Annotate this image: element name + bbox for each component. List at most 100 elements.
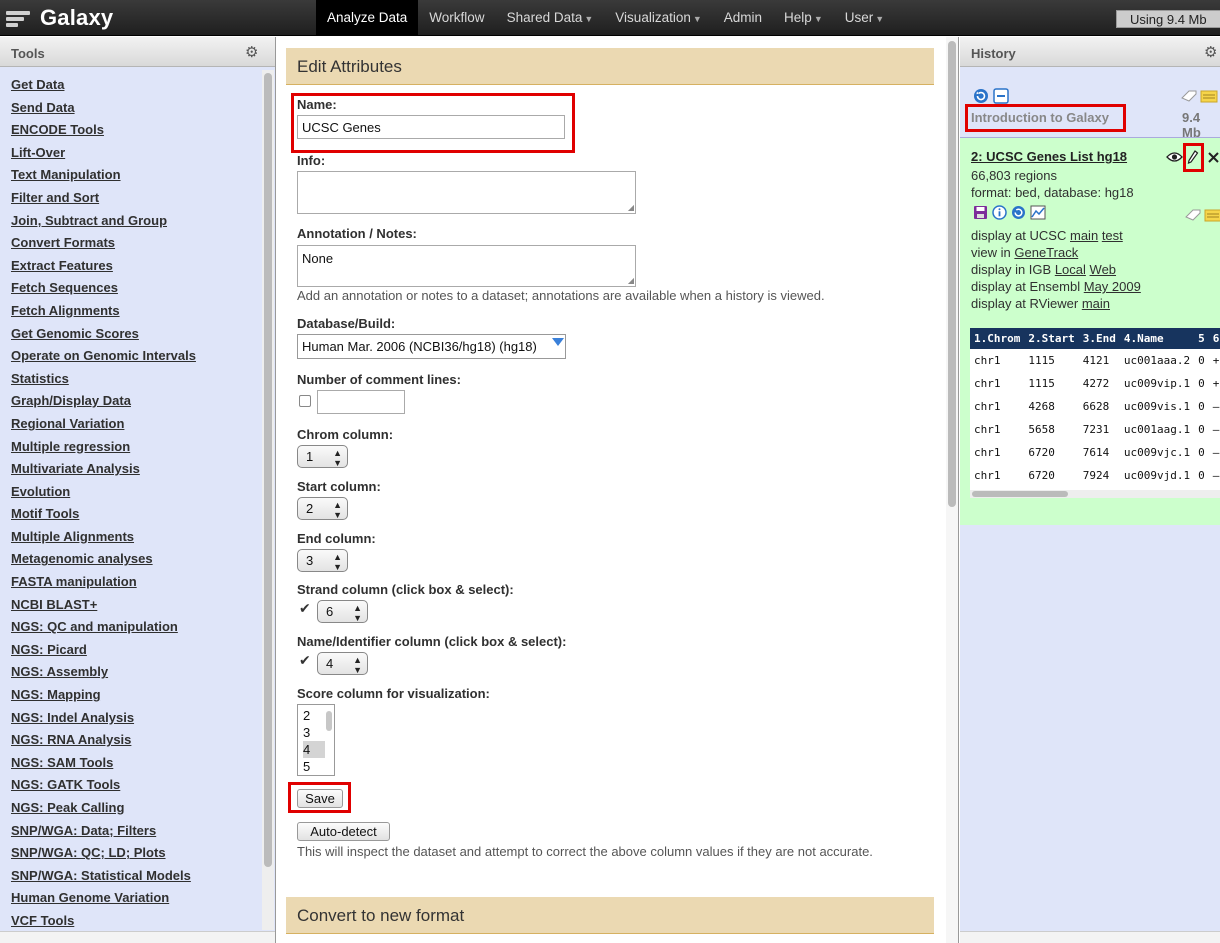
tools-scrollbar[interactable] [262, 70, 274, 930]
name-column-select[interactable]: 4 ▲ ▼ [317, 652, 368, 675]
tools-horizontal-scrollbar[interactable] [0, 931, 275, 943]
tool-section-link[interactable]: Multiple Alignments [11, 529, 261, 552]
chrom-column-select[interactable]: 1 ▲ ▼ [297, 445, 348, 468]
resize-grip-icon[interactable]: ◢ [628, 204, 634, 212]
auto-detect-button[interactable]: Auto-detect [297, 822, 390, 841]
ensembl-link[interactable]: May 2009 [1084, 279, 1141, 294]
save-disk-icon[interactable] [973, 205, 988, 220]
score-option-selected[interactable]: 4 [303, 741, 325, 758]
tool-section-link[interactable]: Motif Tools [11, 506, 261, 529]
delete-icon[interactable] [1207, 151, 1220, 164]
refresh-icon[interactable] [973, 88, 989, 104]
tool-section-link[interactable]: NGS: Picard [11, 642, 261, 665]
tool-section-link[interactable]: Extract Features [11, 258, 261, 281]
genetrack-link[interactable]: GeneTrack [1014, 245, 1078, 260]
tool-section-link[interactable]: Metagenomic analyses [11, 551, 261, 574]
end-column-select[interactable]: 3 ▲ ▼ [297, 549, 348, 572]
tool-section-link[interactable]: Evolution [11, 484, 261, 507]
tool-section-link[interactable]: Operate on Genomic Intervals [11, 348, 261, 371]
score-option[interactable]: 2 [303, 707, 325, 724]
igb-web-link[interactable]: Web [1090, 262, 1117, 277]
peek-horizontal-scrollbar[interactable] [970, 490, 1220, 498]
tool-section-link[interactable]: Text Manipulation [11, 167, 261, 190]
tool-section-link[interactable]: Filter and Sort [11, 190, 261, 213]
resize-grip-icon[interactable]: ◢ [628, 277, 634, 285]
gear-icon[interactable]: ⚙ [1204, 43, 1217, 61]
tab-admin[interactable]: Admin [713, 0, 773, 36]
strand-checkbox[interactable]: ✔ [299, 601, 311, 615]
name-input[interactable] [297, 115, 565, 139]
pencil-icon[interactable] [1187, 149, 1199, 165]
comment-lines-input[interactable] [317, 390, 405, 414]
annotation-textarea[interactable]: None ◢ [297, 245, 636, 287]
gear-icon[interactable]: ⚙ [245, 43, 258, 61]
tag-icon[interactable] [1184, 208, 1202, 222]
tool-section-link[interactable]: Fetch Alignments [11, 303, 261, 326]
tool-section-link[interactable]: NGS: QC and manipulation [11, 619, 261, 642]
save-button[interactable]: Save [297, 789, 343, 808]
tab-help[interactable]: Help ▼ [773, 0, 834, 36]
tool-section-link[interactable]: Get Data [11, 77, 261, 100]
annotation-note-icon[interactable] [1204, 208, 1220, 222]
tab-user[interactable]: User ▼ [834, 0, 895, 36]
tool-section-link[interactable]: Send Data [11, 100, 261, 123]
tool-section-link[interactable]: Multiple regression [11, 439, 261, 462]
tool-section-link[interactable]: Fetch Sequences [11, 280, 261, 303]
stepper-arrows-icon: ▲ ▼ [333, 552, 342, 572]
masthead-nav: Analyze Data Workflow Shared Data ▼ Visua… [316, 0, 895, 36]
tool-section-link[interactable]: NGS: RNA Analysis [11, 732, 261, 755]
tab-analyze-data[interactable]: Analyze Data [316, 0, 419, 36]
strand-column-select[interactable]: 6 ▲ ▼ [317, 600, 368, 623]
tab-shared-data[interactable]: Shared Data ▼ [496, 0, 605, 36]
history-horizontal-scrollbar[interactable] [960, 931, 1220, 943]
tool-section-link[interactable]: Statistics [11, 371, 261, 394]
annotation-note-icon[interactable] [1200, 89, 1218, 103]
comment-lines-checkbox[interactable] [299, 395, 311, 407]
tag-icon[interactable] [1180, 89, 1198, 103]
tool-section-link[interactable]: NGS: GATK Tools [11, 777, 261, 800]
start-column-select[interactable]: 2 ▲ ▼ [297, 497, 348, 520]
tab-visualization[interactable]: Visualization ▼ [604, 0, 712, 36]
collapse-icon[interactable] [993, 88, 1009, 104]
history-name[interactable]: Introduction to Galaxy [971, 110, 1109, 125]
visualize-chart-icon[interactable] [1030, 205, 1046, 220]
tool-section-link[interactable]: Get Genomic Scores [11, 326, 261, 349]
info-icon[interactable] [992, 205, 1007, 220]
eye-icon[interactable] [1166, 151, 1183, 163]
tool-section-link[interactable]: Multivariate Analysis [11, 461, 261, 484]
tool-section-link[interactable]: NGS: SAM Tools [11, 755, 261, 778]
dataset-title[interactable]: 2: UCSC Genes List hg18 [971, 149, 1127, 164]
tool-section-link[interactable]: Convert Formats [11, 235, 261, 258]
tool-section-link[interactable]: NGS: Indel Analysis [11, 710, 261, 733]
tool-section-link[interactable]: Join, Subtract and Group [11, 213, 261, 236]
score-option[interactable]: 5 [303, 758, 325, 775]
tool-section-link[interactable]: FASTA manipulation [11, 574, 261, 597]
tool-section-link[interactable]: NGS: Mapping [11, 687, 261, 710]
tool-section-link[interactable]: NCBI BLAST+ [11, 597, 261, 620]
center-scrollbar[interactable] [946, 37, 958, 943]
rerun-icon[interactable] [1011, 205, 1026, 220]
rviewer-main-link[interactable]: main [1082, 296, 1110, 311]
igb-local-link[interactable]: Local [1055, 262, 1086, 277]
tool-section-link[interactable]: Lift-Over [11, 145, 261, 168]
tab-workflow[interactable]: Workflow [418, 0, 495, 36]
tool-section-link[interactable]: Graph/Display Data [11, 393, 261, 416]
score-option[interactable]: 3 [303, 724, 325, 741]
tool-section-link[interactable]: NGS: Assembly [11, 664, 261, 687]
tool-section-link[interactable]: NGS: Peak Calling [11, 800, 261, 823]
quota-meter[interactable]: Using 9.4 Mb [1116, 10, 1220, 28]
ucsc-main-link[interactable]: main [1070, 228, 1098, 243]
info-textarea[interactable]: ◢ [297, 171, 636, 214]
tool-section-link[interactable]: SNP/WGA: Statistical Models [11, 868, 261, 891]
tool-section-link[interactable]: Regional Variation [11, 416, 261, 439]
tool-section-link[interactable]: SNP/WGA: Data; Filters [11, 823, 261, 846]
tool-section-link[interactable]: ENCODE Tools [11, 122, 261, 145]
name-column-checkbox[interactable]: ✔ [299, 653, 311, 667]
listbox-scrollbar[interactable] [326, 711, 332, 731]
galaxy-brand[interactable]: Galaxy [6, 3, 113, 33]
tool-section-link[interactable]: SNP/WGA: QC; LD; Plots [11, 845, 261, 868]
tool-section-link[interactable]: Human Genome Variation [11, 890, 261, 913]
database-build-select[interactable]: Human Mar. 2006 (NCBI36/hg18) (hg18) [297, 334, 566, 359]
ucsc-test-link[interactable]: test [1102, 228, 1123, 243]
score-column-listbox[interactable]: 2 3 4 5 [297, 704, 335, 776]
